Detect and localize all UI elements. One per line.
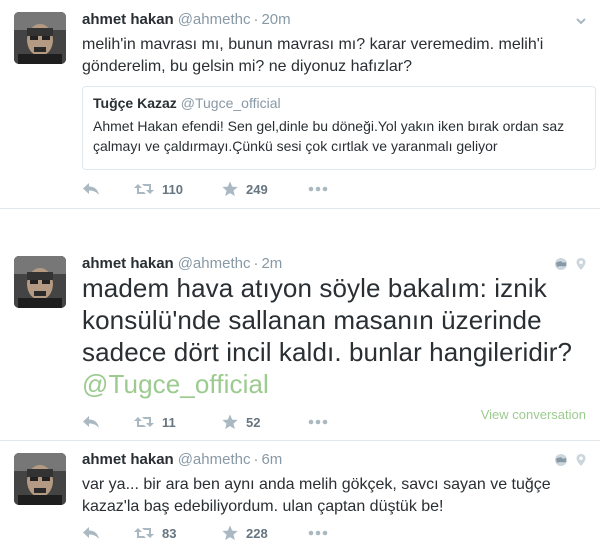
- favorite-button[interactable]: 228: [222, 525, 308, 541]
- location-pin-icon[interactable]: [574, 453, 588, 467]
- chevron-down-icon[interactable]: [574, 14, 588, 28]
- favorite-button[interactable]: 249: [222, 181, 308, 197]
- quoted-tweet[interactable]: Tuğçe Kazaz @Tugce_official Ahmet Hakan e…: [82, 86, 596, 170]
- timestamp[interactable]: 2m: [261, 255, 282, 272]
- favorite-icon: [222, 414, 238, 429]
- tweet-header: ahmet hakan @ahmethc · 2m: [82, 254, 282, 274]
- more-button[interactable]: [308, 530, 328, 536]
- tweet-divider: [0, 208, 600, 209]
- favorite-count: 228: [246, 525, 268, 541]
- favorite-button[interactable]: 52: [222, 414, 308, 430]
- author-handle[interactable]: @ahmethc: [178, 255, 251, 272]
- retweet-icon: [134, 528, 154, 538]
- favorite-icon: [222, 181, 238, 196]
- quoted-author-handle[interactable]: @Tugce_official: [181, 95, 281, 111]
- avatar[interactable]: [14, 12, 66, 64]
- more-icon: [308, 530, 328, 536]
- reply-button[interactable]: [82, 415, 134, 429]
- more-icon: [308, 419, 328, 425]
- reply-icon: [83, 527, 99, 539]
- more-icon: [308, 186, 328, 192]
- tweet-text: madem hava atıyon söyle bakalım: iznik k…: [82, 272, 592, 400]
- tweet-2[interactable]: ahmet hakan @ahmethc · 2m madem hava atıyon…: [0, 240, 600, 436]
- separator-dot: ·: [253, 255, 259, 272]
- separator-dot: ·: [253, 451, 259, 468]
- retweet-icon: [134, 417, 154, 427]
- reply-button[interactable]: [82, 526, 134, 540]
- tweet-text-body: madem hava atıyon söyle bakalım: iznik k…: [82, 273, 573, 367]
- tweet-1[interactable]: ahmet hakan @ahmethc · 20m melih'in mavrası…: [0, 0, 600, 208]
- reply-button[interactable]: [82, 182, 134, 196]
- retweet-button[interactable]: 11: [134, 415, 222, 430]
- timestamp[interactable]: 6m: [261, 451, 282, 468]
- tweet-top-icons: [554, 453, 588, 467]
- retweet-count: 83: [162, 525, 177, 541]
- favorite-icon: [222, 525, 238, 540]
- favorite-count: 249: [246, 181, 268, 197]
- more-button[interactable]: [308, 186, 328, 192]
- author-name[interactable]: ahmet hakan: [82, 11, 174, 28]
- quoted-author-name[interactable]: Tuğçe Kazaz: [93, 95, 177, 111]
- globe-icon[interactable]: [554, 453, 568, 467]
- author-handle[interactable]: @ahmethc: [178, 451, 251, 468]
- tweet-header: ahmet hakan @ahmethc · 6m: [82, 450, 282, 470]
- avatar[interactable]: [14, 256, 66, 308]
- quoted-tweet-text: Ahmet Hakan efendi! Sen gel,dinle bu dön…: [93, 118, 565, 154]
- author-handle[interactable]: @ahmethc: [178, 11, 251, 28]
- avatar[interactable]: [14, 453, 66, 505]
- tweet-actions: 11 52: [82, 413, 328, 431]
- author-name[interactable]: ahmet hakan: [82, 451, 174, 468]
- retweet-count: 110: [162, 181, 183, 197]
- retweet-count: 11: [162, 414, 176, 430]
- retweet-button[interactable]: 110: [134, 182, 222, 197]
- retweet-button[interactable]: 83: [134, 526, 222, 541]
- mention-link[interactable]: @Tugce_official: [82, 369, 269, 399]
- separator-dot: ·: [253, 11, 259, 28]
- location-pin-icon[interactable]: [574, 257, 588, 271]
- retweet-icon: [134, 184, 154, 194]
- tweet-text: var ya... bir ara ben aynı anda melih gö…: [82, 476, 551, 515]
- tweet-text: melih'in mavrası mı, bunun mavrası mı? k…: [82, 36, 544, 75]
- tweet-top-icons: [554, 257, 588, 271]
- timestamp[interactable]: 20m: [261, 11, 290, 28]
- tweet-header: ahmet hakan @ahmethc · 20m: [82, 10, 291, 30]
- view-conversation-link[interactable]: View conversation: [481, 407, 586, 422]
- tweet-actions: 110 249: [82, 180, 328, 198]
- quoted-tweet-header: Tuğçe Kazaz @Tugce_official: [93, 94, 585, 112]
- favorite-count: 52: [246, 414, 261, 430]
- tweet-3[interactable]: ahmet hakan @ahmethc · 6m var ya... bir ara…: [0, 440, 600, 548]
- author-name[interactable]: ahmet hakan: [82, 255, 174, 272]
- reply-icon: [83, 183, 99, 195]
- globe-icon[interactable]: [554, 257, 568, 271]
- tweet-top-icons: [574, 14, 588, 28]
- more-button[interactable]: [308, 419, 328, 425]
- tweet-actions: 83 228: [82, 524, 328, 542]
- reply-icon: [83, 416, 99, 428]
